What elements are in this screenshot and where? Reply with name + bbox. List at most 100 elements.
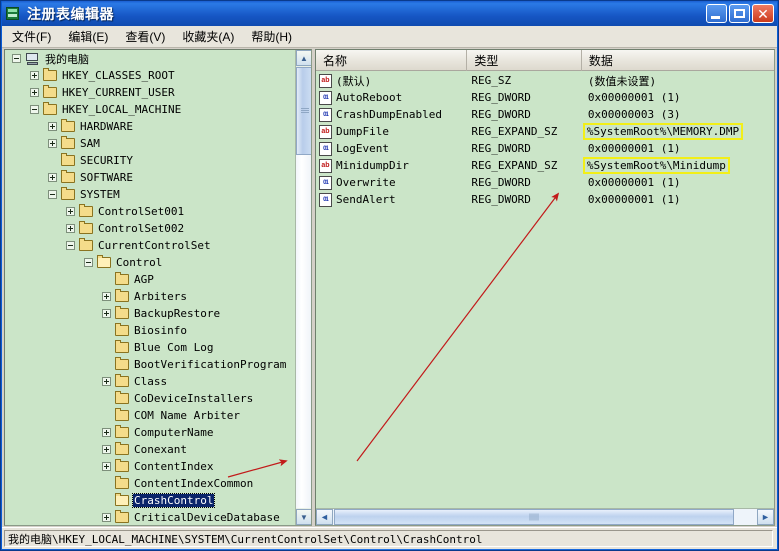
tree-node[interactable]: BootVerificationProgram xyxy=(5,356,297,373)
column-data[interactable]: 数据 xyxy=(582,50,774,71)
table-row[interactable]: ab (默认) REG_SZ (数值未设置) xyxy=(316,72,774,89)
column-type[interactable]: 类型 xyxy=(467,50,582,71)
tree-expander-minus-icon[interactable] xyxy=(12,54,21,63)
table-row[interactable]: ab MinidumpDir REG_EXPAND_SZ %SystemRoot%\M… xyxy=(316,157,774,174)
tree-node[interactable]: COM Name Arbiter xyxy=(5,407,297,424)
tree-node-spacer xyxy=(102,275,111,284)
tree-expander-plus-icon[interactable] xyxy=(102,445,111,454)
registry-tree[interactable]: 我的电脑 HKEY_CLASSES_ROOT HKEY_CURRENT_USER HK… xyxy=(5,50,297,525)
tree-node[interactable]: Blue Com Log xyxy=(5,339,297,356)
tree-expander-plus-icon[interactable] xyxy=(102,513,111,522)
window-controls: ✕ xyxy=(706,4,774,23)
list-scroll-right-button[interactable]: ► xyxy=(757,509,774,525)
tree-node-label: Class xyxy=(134,375,168,388)
tree-expander-plus-icon[interactable] xyxy=(66,224,75,233)
value-name-label: CrashDumpEnabled xyxy=(336,108,442,121)
tree-node[interactable]: SAM xyxy=(5,135,297,152)
tree-node[interactable]: Conexant xyxy=(5,441,297,458)
menu-edit[interactable]: 编辑(E) xyxy=(61,26,115,47)
registry-values-pane[interactable]: 名称 类型 数据 ab (默认) REG_SZ (数值未设置) 01 AutoReboot RE… xyxy=(315,49,775,526)
tree-scroll-down-button[interactable]: ▼ xyxy=(296,509,311,525)
tree-node[interactable]: Class xyxy=(5,373,297,390)
tree-expander-plus-icon[interactable] xyxy=(102,292,111,301)
tree-expander-plus-icon[interactable] xyxy=(48,173,57,182)
tree-node[interactable]: CriticalDeviceDatabase xyxy=(5,509,297,525)
value-name-cell: 01 SendAlert xyxy=(316,192,467,207)
tree-node[interactable]: SYSTEM xyxy=(5,186,297,203)
list-rows[interactable]: ab (默认) REG_SZ (数值未设置) 01 AutoReboot REG_DWORD… xyxy=(316,72,774,208)
tree-node-spacer xyxy=(102,326,111,335)
tree-node[interactable]: HKEY_LOCAL_MACHINE xyxy=(5,101,297,118)
tree-node[interactable]: ComputerName xyxy=(5,424,297,441)
value-type-cell: REG_DWORD xyxy=(471,193,531,206)
close-icon: ✕ xyxy=(757,5,769,22)
tree-node-spacer xyxy=(102,343,111,352)
table-row[interactable]: 01 Overwrite REG_DWORD 0x00000001 (1) xyxy=(316,174,774,191)
minimize-button[interactable] xyxy=(706,4,727,23)
tree-node[interactable]: CurrentControlSet xyxy=(5,237,297,254)
tree-expander-minus-icon[interactable] xyxy=(66,241,75,250)
list-scroll-thumb[interactable] xyxy=(334,509,734,525)
tree-node[interactable]: BackupRestore xyxy=(5,305,297,322)
value-name-label: Overwrite xyxy=(336,176,396,189)
tree-scroll-up-button[interactable]: ▲ xyxy=(296,50,311,66)
tree-node[interactable]: Biosinfo xyxy=(5,322,297,339)
table-row[interactable]: ab DumpFile REG_EXPAND_SZ %SystemRoot%\MEMO… xyxy=(316,123,774,140)
registry-editor-icon xyxy=(5,5,22,22)
tree-expander-plus-icon[interactable] xyxy=(48,139,57,148)
tree-expander-plus-icon[interactable] xyxy=(102,377,111,386)
tree-expander-minus-icon[interactable] xyxy=(30,105,39,114)
value-name-label: SendAlert xyxy=(336,193,396,206)
tree-node-label: CrashControl xyxy=(131,493,216,508)
tree-node[interactable]: AGP xyxy=(5,271,297,288)
list-scroll-left-button[interactable]: ◄ xyxy=(316,509,333,525)
menu-favorites[interactable]: 收藏夹(A) xyxy=(175,26,241,47)
tree-node[interactable]: HARDWARE xyxy=(5,118,297,135)
tree-expander-plus-icon[interactable] xyxy=(102,428,111,437)
tree-expander-plus-icon[interactable] xyxy=(30,71,39,80)
tree-node[interactable]: SECURITY xyxy=(5,152,297,169)
tree-node[interactable]: 我的电脑 xyxy=(5,50,297,67)
tree-node[interactable]: Arbiters xyxy=(5,288,297,305)
menu-view[interactable]: 查看(V) xyxy=(118,26,172,47)
tree-expander-plus-icon[interactable] xyxy=(48,122,57,131)
table-row[interactable]: 01 LogEvent REG_DWORD 0x00000001 (1) xyxy=(316,140,774,157)
highlighted-value: %SystemRoot%\Minidump xyxy=(582,157,730,174)
value-name-label: LogEvent xyxy=(336,142,389,155)
table-row[interactable]: 01 SendAlert REG_DWORD 0x00000001 (1) xyxy=(316,191,774,208)
value-type-cell: REG_DWORD xyxy=(471,108,531,121)
tree-node[interactable]: CrashControl xyxy=(5,492,297,509)
tree-node[interactable]: ContentIndex xyxy=(5,458,297,475)
close-button[interactable]: ✕ xyxy=(752,4,774,23)
table-row[interactable]: 01 CrashDumpEnabled REG_DWORD 0x00000003 (3… xyxy=(316,106,774,123)
tree-node[interactable]: ControlSet002 xyxy=(5,220,297,237)
list-horizontal-scrollbar[interactable]: ◄ ► xyxy=(316,508,774,525)
list-column-headers[interactable]: 名称 类型 数据 xyxy=(316,50,774,71)
tree-vertical-scrollbar[interactable]: ▲ ▼ xyxy=(295,50,311,525)
tree-node[interactable]: ContentIndexCommon xyxy=(5,475,297,492)
column-name[interactable]: 名称 xyxy=(316,50,468,71)
dword-value-icon: 01 xyxy=(319,107,332,122)
tree-node[interactable]: HKEY_CURRENT_USER xyxy=(5,84,297,101)
value-data-cell: (数值未设置) xyxy=(582,73,774,89)
tree-expander-plus-icon[interactable] xyxy=(102,462,111,471)
tree-node[interactable]: SOFTWARE xyxy=(5,169,297,186)
tree-node[interactable]: ControlSet001 xyxy=(5,203,297,220)
menu-help[interactable]: 帮助(H) xyxy=(244,26,299,47)
tree-expander-minus-icon[interactable] xyxy=(84,258,93,267)
tree-node[interactable]: CoDeviceInstallers xyxy=(5,390,297,407)
tree-scroll-thumb[interactable] xyxy=(296,67,311,155)
menu-file[interactable]: 文件(F) xyxy=(5,26,58,47)
tree-expander-plus-icon[interactable] xyxy=(102,309,111,318)
tree-scroll-track[interactable] xyxy=(296,155,311,508)
maximize-button[interactable] xyxy=(729,4,750,23)
tree-expander-plus-icon[interactable] xyxy=(30,88,39,97)
tree-node[interactable]: HKEY_CLASSES_ROOT xyxy=(5,67,297,84)
tree-node[interactable]: Control xyxy=(5,254,297,271)
tree-expander-minus-icon[interactable] xyxy=(48,190,57,199)
registry-tree-pane[interactable]: 我的电脑 HKEY_CLASSES_ROOT HKEY_CURRENT_USER HK… xyxy=(4,49,312,526)
title-bar[interactable]: 注册表编辑器 ✕ xyxy=(2,1,777,26)
tree-expander-plus-icon[interactable] xyxy=(66,207,75,216)
dword-value-icon: 01 xyxy=(319,175,332,190)
table-row[interactable]: 01 AutoReboot REG_DWORD 0x00000001 (1) xyxy=(316,89,774,106)
